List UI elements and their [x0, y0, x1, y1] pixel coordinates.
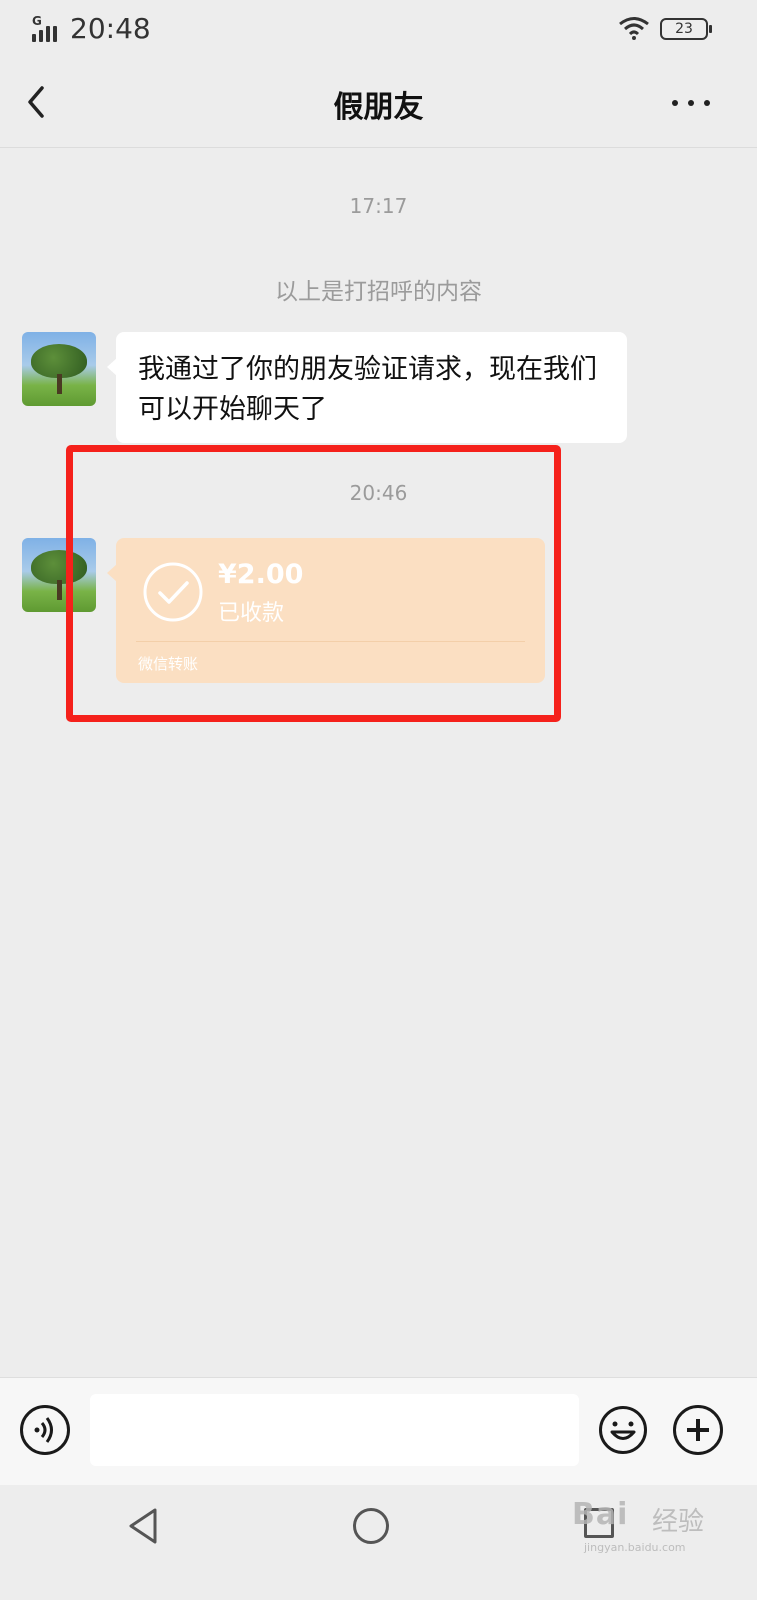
voice-button[interactable]: [20, 1405, 70, 1455]
plus-button[interactable]: [673, 1405, 723, 1455]
nav-home-icon[interactable]: [353, 1508, 389, 1544]
emoji-button[interactable]: [598, 1405, 648, 1455]
watermark-name: 经验: [652, 1507, 705, 1537]
timestamp: 17:17: [349, 194, 408, 218]
input-bar: [0, 1377, 757, 1485]
network-type: G: [32, 14, 42, 28]
avatar[interactable]: [22, 332, 96, 406]
watermark-url: jingyan.baidu.com: [584, 1541, 686, 1554]
watermark-logo: Bai: [572, 1497, 629, 1532]
system-note: 以上是打招呼的内容: [275, 279, 482, 305]
more-options-button[interactable]: [668, 84, 714, 120]
message-bubble[interactable]: 我通过了你的朋友验证请求，现在我们可以开始聊天了: [107, 332, 627, 443]
wifi-icon: [619, 17, 649, 40]
nav-bar: 假朋友: [0, 60, 757, 148]
message-input[interactable]: [90, 1394, 579, 1466]
highlight-box: [66, 445, 561, 722]
chat-title: 假朋友: [333, 90, 424, 125]
nav-back-icon[interactable]: [125, 1506, 163, 1546]
battery-icon: 23: [660, 18, 712, 40]
status-bar: G 20:48 23: [0, 0, 757, 60]
chat-screen: G 20:48 23 假朋友 17:17 以上是打招呼的内容 我通过了你的朋友验…: [0, 0, 757, 1600]
status-time: 20:48: [70, 12, 151, 45]
signal-icon: G: [30, 14, 64, 42]
watermark: Bai 经验 jingyan.baidu.com: [572, 1485, 712, 1565]
